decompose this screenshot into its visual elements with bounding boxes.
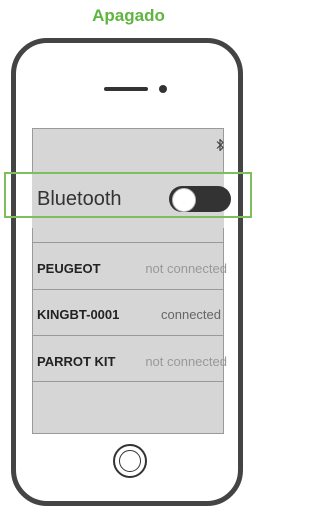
device-name: PEUGEOT	[37, 261, 101, 276]
divider	[32, 381, 224, 382]
state-label: Apagado	[92, 6, 165, 25]
bluetooth-highlight-frame	[4, 172, 252, 218]
divider	[32, 242, 224, 243]
device-row-kingbt[interactable]: KINGBT-0001 connected	[37, 307, 227, 322]
device-name: KINGBT-0001	[37, 307, 120, 322]
device-status: not connected	[145, 354, 227, 369]
device-row-peugeot[interactable]: PEUGEOT not connected	[37, 261, 227, 276]
device-status: not connected	[145, 261, 227, 276]
divider	[32, 289, 224, 290]
phone-camera	[159, 85, 167, 93]
phone-speaker	[104, 87, 148, 91]
device-status: connected	[161, 307, 221, 322]
bluetooth-icon	[216, 138, 224, 152]
device-row-parrot[interactable]: PARROT KIT not connected	[37, 354, 227, 369]
divider	[32, 335, 224, 336]
home-button-inner	[119, 450, 141, 472]
device-name: PARROT KIT	[37, 354, 116, 369]
